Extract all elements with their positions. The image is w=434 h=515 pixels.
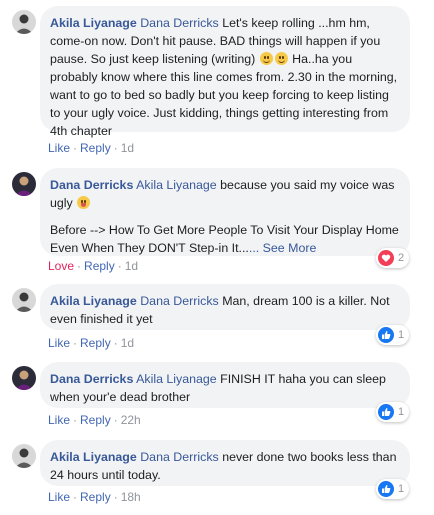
- comment-bubble: Akila Liyanage Dana Derricks Man, dream …: [40, 284, 410, 330]
- like-link[interactable]: Like: [48, 141, 70, 155]
- avatar[interactable]: [12, 172, 36, 196]
- comment-author[interactable]: Akila Liyanage: [50, 16, 137, 30]
- reply-link[interactable]: Reply: [80, 413, 111, 427]
- comment-author[interactable]: Dana Derricks: [50, 178, 133, 192]
- user-photo-icon: [12, 10, 36, 34]
- see-more-link[interactable]: ... See More: [249, 241, 317, 255]
- comment-bubble: Dana Derricks Akila Liyanage because you…: [40, 168, 410, 256]
- tagged-user[interactable]: Dana Derricks: [140, 294, 219, 308]
- like-link[interactable]: Like: [48, 413, 70, 427]
- comment-author[interactable]: Akila Liyanage: [50, 294, 137, 308]
- comment-timestamp[interactable]: 1d: [125, 259, 138, 273]
- tagged-user[interactable]: Akila Liyanage: [136, 372, 217, 386]
- smile-emoji-icon: [274, 52, 288, 65]
- love-link[interactable]: Love: [48, 259, 74, 273]
- comment-actions: Love · Reply · 1d: [48, 259, 139, 273]
- user-photo-icon: [12, 172, 36, 196]
- thumbs-up-icon: [378, 327, 394, 343]
- comment-actions: Like · Reply · 1d: [48, 336, 135, 350]
- reaction-count[interactable]: 1: [376, 479, 410, 499]
- user-photo-icon: [12, 288, 36, 312]
- reaction-number: 1: [398, 406, 405, 418]
- thumbs-up-icon: [378, 481, 394, 497]
- comment-bubble: Dana Derricks Akila Liyanage FINISH IT h…: [40, 362, 410, 408]
- comment-author[interactable]: Akila Liyanage: [50, 450, 137, 464]
- comment-timestamp[interactable]: 1d: [121, 141, 134, 155]
- smile-emoji-icon: [259, 52, 273, 65]
- like-link[interactable]: Like: [48, 490, 70, 504]
- comment-timestamp[interactable]: 1d: [121, 336, 134, 350]
- avatar[interactable]: [12, 444, 36, 468]
- thumbs-up-icon: [378, 404, 394, 420]
- reply-link[interactable]: Reply: [80, 490, 111, 504]
- comment-actions: Like · Reply · 18h: [48, 490, 141, 504]
- reply-link[interactable]: Reply: [80, 336, 111, 350]
- avatar[interactable]: [12, 10, 36, 34]
- avatar[interactable]: [12, 366, 36, 390]
- reaction-number: 1: [398, 483, 405, 495]
- tagged-user[interactable]: Dana Derricks: [140, 450, 219, 464]
- user-photo-icon: [12, 366, 36, 390]
- reaction-count[interactable]: 1: [376, 325, 410, 345]
- reaction-count[interactable]: 1: [376, 402, 410, 422]
- comment-timestamp[interactable]: 18h: [121, 490, 141, 504]
- comment-thread: Akila Liyanage Dana Derricks Let's keep …: [0, 0, 434, 515]
- comment-timestamp[interactable]: 22h: [121, 413, 141, 427]
- heart-icon: [378, 250, 394, 266]
- avatar[interactable]: [12, 288, 36, 312]
- comment-text-link-preview: Before --> How To Get More People To Vis…: [50, 223, 399, 255]
- tagged-user[interactable]: Akila Liyanage: [136, 178, 217, 192]
- reaction-number: 1: [398, 329, 405, 341]
- like-link[interactable]: Like: [48, 336, 70, 350]
- comment-author[interactable]: Dana Derricks: [50, 372, 133, 386]
- reply-link[interactable]: Reply: [80, 141, 111, 155]
- tongue-out-emoji-icon: [77, 196, 91, 209]
- tagged-user[interactable]: Dana Derricks: [140, 16, 219, 30]
- comment-bubble: Akila Liyanage Dana Derricks never done …: [40, 440, 410, 486]
- reaction-number: 2: [398, 252, 405, 264]
- user-photo-icon: [12, 444, 36, 468]
- comment-actions: Like · Reply · 1d: [48, 141, 135, 155]
- comment-actions: Like · Reply · 22h: [48, 413, 141, 427]
- reply-link[interactable]: Reply: [84, 259, 115, 273]
- reaction-count[interactable]: 2: [376, 248, 410, 268]
- comment-bubble: Akila Liyanage Dana Derricks Let's keep …: [40, 6, 410, 138]
